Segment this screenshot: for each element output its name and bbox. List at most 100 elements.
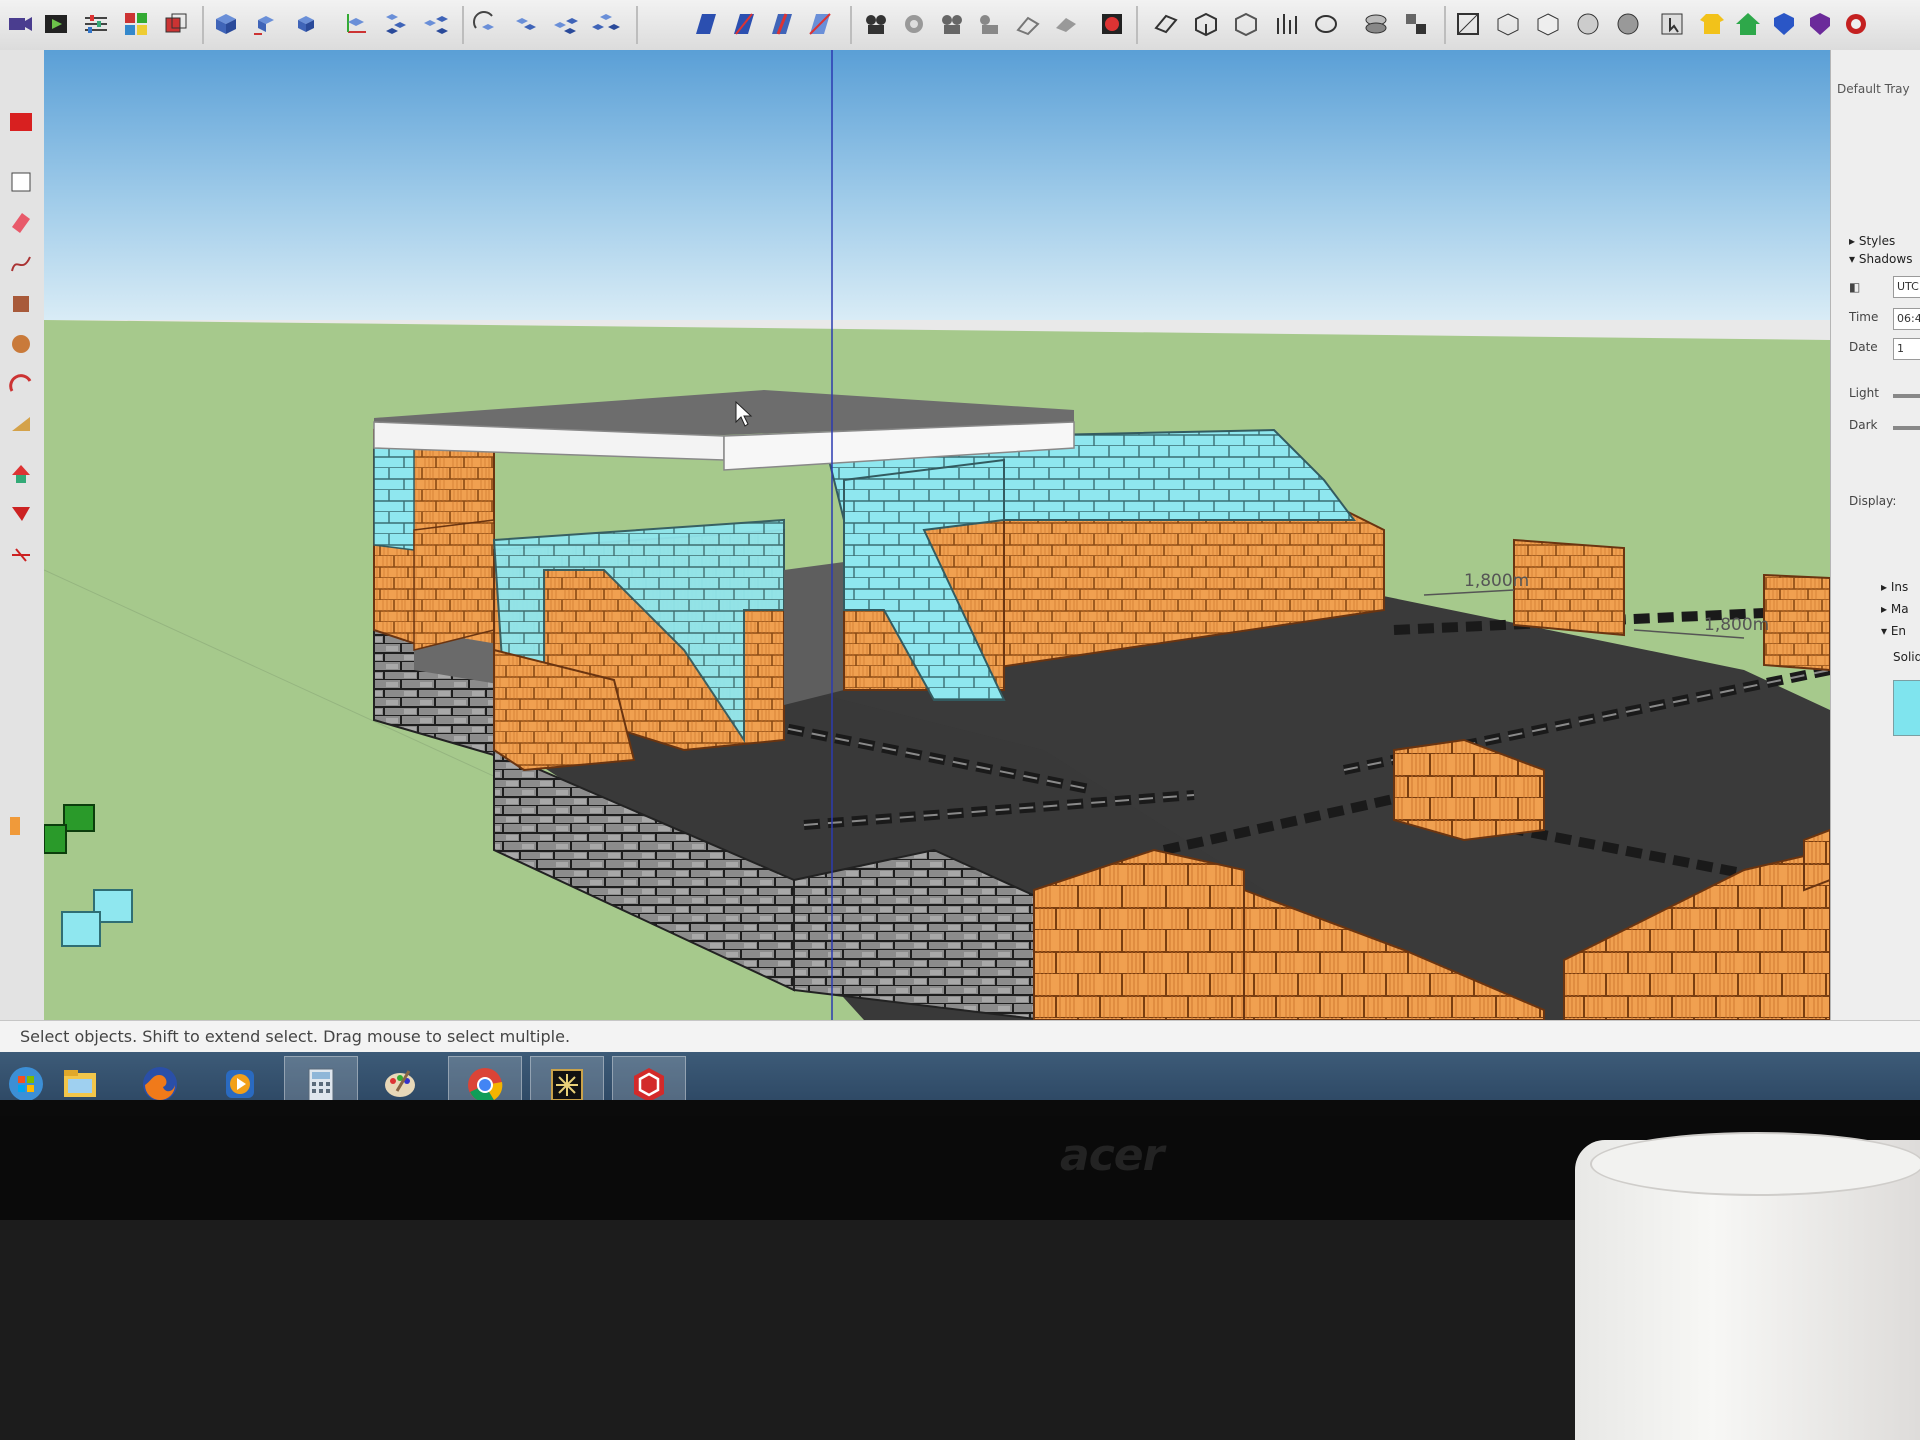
- array-cubes-icon[interactable]: [420, 8, 452, 40]
- media-player-icon[interactable]: [204, 1056, 276, 1100]
- film-icon[interactable]: [936, 8, 968, 40]
- orange-tag-icon[interactable]: [4, 810, 38, 842]
- paper-towel-top: [1590, 1132, 1920, 1196]
- box-outline-icon[interactable]: [1190, 8, 1222, 40]
- push-pull-icon[interactable]: [4, 458, 38, 490]
- tray-styles-header[interactable]: ▸ Styles: [1849, 234, 1895, 248]
- face-split-icon[interactable]: [728, 8, 760, 40]
- scenes-icon[interactable]: [4, 8, 36, 40]
- date-field[interactable]: 1: [1893, 338, 1920, 360]
- chrome-icon[interactable]: [448, 1056, 522, 1100]
- film-alt-icon[interactable]: [974, 8, 1006, 40]
- outliner-icon[interactable]: [1400, 8, 1432, 40]
- dimension-label-2: 1,800m: [1704, 615, 1769, 635]
- sandbox-icon[interactable]: [1012, 8, 1044, 40]
- axes-icon[interactable]: [340, 8, 372, 40]
- firefox-icon[interactable]: [124, 1056, 196, 1100]
- tray-shadows-header[interactable]: ▾ Shadows: [1849, 252, 1912, 266]
- paint-bucket-icon[interactable]: [4, 288, 38, 320]
- main-toolbar: [0, 0, 1920, 51]
- tray-item-en[interactable]: ▾ En: [1881, 624, 1906, 638]
- dark-label: Dark: [1849, 418, 1878, 432]
- archive-app-icon[interactable]: [530, 1056, 604, 1100]
- xray-icon[interactable]: [1452, 8, 1484, 40]
- layers-icon[interactable]: [1360, 8, 1392, 40]
- animation-icon[interactable]: [40, 8, 72, 40]
- offset-tool-icon[interactable]: [4, 498, 38, 530]
- sky: [44, 50, 1830, 320]
- monitor-brand-logo: acer: [1060, 1130, 1164, 1181]
- stop-icon[interactable]: [1096, 8, 1128, 40]
- monitor: 1,800m 1,800m Default Tray ▸ Styles ▾ Sh…: [0, 0, 1920, 1240]
- follow-me-icon[interactable]: [4, 408, 38, 440]
- face-blue-icon[interactable]: [690, 8, 722, 40]
- rotate-tool-icon[interactable]: [4, 328, 38, 360]
- paint-icon[interactable]: [364, 1056, 436, 1100]
- green-axis-block: [63, 804, 95, 832]
- shield-purple-icon[interactable]: [1804, 8, 1836, 40]
- stack-cubes-icon[interactable]: [380, 8, 412, 40]
- hidden-line-icon[interactable]: [1532, 8, 1564, 40]
- status-bar: Select objects. Shift to extend select. …: [0, 1020, 1920, 1053]
- move-cube-icon[interactable]: [250, 8, 282, 40]
- drape-icon[interactable]: [1050, 8, 1082, 40]
- taskbar: [0, 1052, 1920, 1100]
- door-opening: [784, 562, 844, 705]
- scale-cube-icon[interactable]: [290, 8, 322, 40]
- lines-icon[interactable]: [1270, 8, 1302, 40]
- status-message: Select objects. Shift to extend select. …: [20, 1027, 571, 1046]
- flip-cube-icon[interactable]: [510, 8, 542, 40]
- small-wall-1: [1513, 538, 1625, 637]
- date-label: Date: [1849, 340, 1878, 354]
- face-trim-icon[interactable]: [804, 8, 836, 40]
- freehand-icon[interactable]: [4, 248, 38, 280]
- left-tool-palette: [0, 50, 45, 1020]
- tray-title: Default Tray: [1837, 82, 1910, 96]
- explode-cube-icon[interactable]: [590, 8, 622, 40]
- dark-slider[interactable]: [1893, 426, 1920, 430]
- solid-label: Solid: [1893, 650, 1920, 664]
- shield-blue-icon[interactable]: [1768, 8, 1800, 40]
- shaded-icon[interactable]: [1572, 8, 1604, 40]
- default-tray: Default Tray ▸ Styles ▾ Shadows ◧ UTC Ti…: [1830, 50, 1920, 1020]
- screen: 1,800m 1,800m Default Tray ▸ Styles ▾ Sh…: [0, 0, 1920, 1100]
- rotate-cube-icon[interactable]: [470, 8, 502, 40]
- tape-measure-icon[interactable]: [4, 538, 38, 570]
- modeling-viewport[interactable]: 1,800m 1,800m: [44, 50, 1830, 1020]
- box-wire-icon[interactable]: [1230, 8, 1262, 40]
- rectangle-tool-icon[interactable]: [4, 166, 38, 198]
- calculator-icon[interactable]: [284, 1056, 358, 1100]
- display-label: Display:: [1849, 494, 1897, 508]
- light-slider[interactable]: [1893, 394, 1920, 398]
- utc-field[interactable]: UTC: [1893, 276, 1920, 298]
- file-explorer-icon[interactable]: [44, 1056, 116, 1100]
- settings-sliders-icon[interactable]: [80, 8, 112, 40]
- red-stripe-icon[interactable]: [4, 106, 38, 138]
- cube-view-icon[interactable]: [210, 8, 242, 40]
- shirt-yellow-icon[interactable]: [1696, 8, 1728, 40]
- time-field[interactable]: 06:4: [1893, 308, 1920, 330]
- dimension-label-1: 1,800m: [1464, 571, 1529, 591]
- wireframe-icon[interactable]: [1492, 8, 1524, 40]
- tray-item-ma[interactable]: ▸ Ma: [1881, 602, 1909, 616]
- light-label: Light: [1849, 386, 1879, 400]
- face-slice-icon[interactable]: [766, 8, 798, 40]
- arc-tool-icon[interactable]: [4, 368, 38, 400]
- section-plane-icon[interactable]: [1150, 8, 1182, 40]
- eraser-icon[interactable]: [4, 206, 38, 238]
- textured-icon[interactable]: [1612, 8, 1644, 40]
- time-label: Time: [1849, 310, 1879, 324]
- mirror-cube-icon[interactable]: [550, 8, 582, 40]
- house-green-icon[interactable]: [1732, 8, 1764, 40]
- tray-item-ins[interactable]: ▸ Ins: [1881, 580, 1908, 594]
- gear-icon[interactable]: [898, 8, 930, 40]
- spiral-red-icon[interactable]: [1840, 8, 1872, 40]
- pointer-hand-icon[interactable]: [1656, 8, 1688, 40]
- tape-icon[interactable]: [1310, 8, 1342, 40]
- shadow-toggle-icon[interactable]: ◧: [1849, 280, 1860, 294]
- component-icon[interactable]: [160, 8, 192, 40]
- materials-grid-icon[interactable]: [120, 8, 152, 40]
- camera-reel-icon[interactable]: [860, 8, 892, 40]
- color-swatch[interactable]: [1893, 680, 1920, 736]
- sketchup-icon[interactable]: [612, 1056, 686, 1100]
